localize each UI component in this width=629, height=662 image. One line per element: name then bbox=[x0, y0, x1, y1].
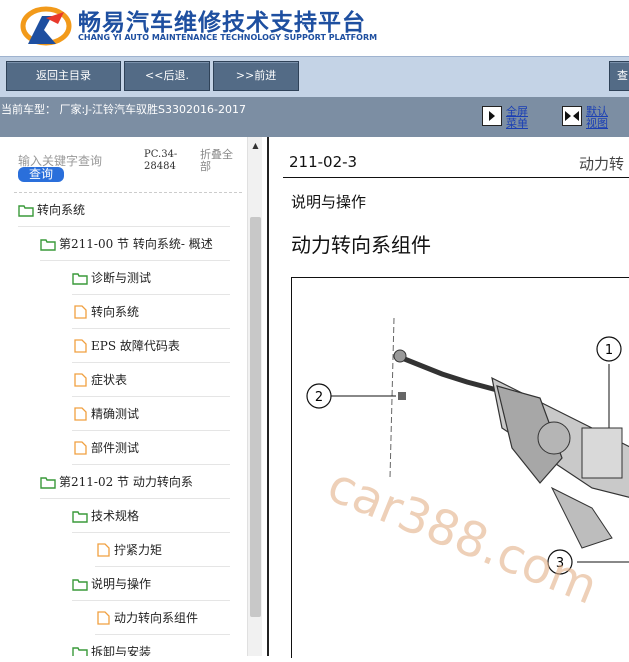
tree-item-label: 拆卸与安装 bbox=[91, 645, 152, 656]
tree-item-label: 诊断与测试 bbox=[91, 271, 152, 285]
tree-item[interactable]: 精确测试 bbox=[72, 397, 230, 431]
doc-heading: 动力转向系组件 bbox=[291, 233, 431, 257]
pc-code: PC.34-28484 bbox=[144, 149, 178, 172]
folder-icon bbox=[40, 238, 56, 251]
folder-icon bbox=[72, 646, 88, 656]
tree-item-label: 转向系统 bbox=[91, 305, 140, 319]
tree-item[interactable]: EPS 故障代码表 bbox=[72, 329, 230, 363]
logo-icon bbox=[20, 6, 72, 46]
tree-item-label: 精确测试 bbox=[91, 407, 140, 421]
callout-2-label: 2 bbox=[315, 390, 323, 405]
document-icon bbox=[74, 338, 87, 353]
tree-item-label: 第211-00 节 转向系统- 概述 bbox=[59, 237, 213, 251]
fullscreen-menu-link[interactable]: 全屏 菜单 bbox=[506, 106, 528, 130]
home-button[interactable]: 返回主目录 bbox=[6, 61, 121, 91]
document-icon bbox=[74, 304, 87, 319]
folder-icon bbox=[18, 204, 34, 217]
search-button[interactable]: 查询 bbox=[18, 167, 64, 182]
vehicle-bar: 当前车型： 厂家:J-江铃汽车驭胜S3302016-2017 全屏 菜单 默认 … bbox=[0, 97, 629, 137]
tree-item[interactable]: 诊断与测试 bbox=[72, 261, 230, 295]
sidebar-scrollbar[interactable]: ▲ bbox=[247, 137, 262, 656]
header: 畅易汽车维修技术支持平台 CHANG YI AUTO MAINTENANCE T… bbox=[0, 0, 629, 56]
tree-item[interactable]: 技术规格 bbox=[72, 499, 230, 533]
tree-item-label: 第211-02 节 动力转向系 bbox=[59, 475, 193, 489]
current-vehicle: 当前车型： 厂家:J-江铃汽车驭胜S3302016-2017 bbox=[1, 103, 246, 116]
back-button[interactable]: <<后退. bbox=[124, 61, 210, 91]
tree-item[interactable]: 转向系统 bbox=[18, 193, 230, 227]
tree-item[interactable]: 说明与操作 bbox=[72, 567, 230, 601]
document-viewer: 211-02-3 动力转 说明与操作 动力转向系组件 1 2 3 car388.… bbox=[267, 137, 629, 658]
default-view-link[interactable]: 默认 视图 bbox=[586, 106, 608, 130]
query-button[interactable]: 查 bbox=[609, 61, 629, 91]
tree-item-label: 技术规格 bbox=[91, 509, 140, 523]
brand-title: 畅易汽车维修技术支持平台 bbox=[78, 10, 366, 36]
folder-icon bbox=[72, 510, 88, 523]
collapse-all-link[interactable]: 折叠全部 bbox=[200, 149, 240, 173]
doc-code: 211-02-3 bbox=[289, 153, 358, 171]
scroll-up-icon[interactable]: ▲ bbox=[248, 141, 262, 153]
sidebar: 输入关键字查询 查询 PC.34-28484 折叠全部 转向系统 第211-00 … bbox=[0, 137, 262, 656]
tree-item[interactable]: 第211-00 节 转向系统- 概述 bbox=[40, 227, 230, 261]
tree-item-label: 动力转向系组件 bbox=[114, 611, 199, 625]
tree-item[interactable]: 动力转向系组件 bbox=[95, 601, 230, 635]
document-icon bbox=[97, 610, 110, 625]
tree-item-label: 说明与操作 bbox=[91, 577, 152, 591]
document-icon bbox=[74, 406, 87, 421]
default-view-button[interactable]: 默认 视图 bbox=[562, 106, 608, 130]
brand-subtitle: CHANG YI AUTO MAINTENANCE TECHNOLOGY SUP… bbox=[78, 33, 378, 42]
fullscreen-label-2: 菜单 bbox=[506, 117, 528, 130]
folder-icon bbox=[72, 578, 88, 591]
doc-rule bbox=[283, 177, 629, 178]
folder-icon bbox=[72, 272, 88, 285]
tree-item[interactable]: 拧紧力矩 bbox=[95, 533, 230, 567]
forward-button[interactable]: >>前进 bbox=[213, 61, 299, 91]
default-view-label-2: 视图 bbox=[586, 117, 608, 130]
document-icon bbox=[74, 440, 87, 455]
document-icon bbox=[74, 372, 87, 387]
tree-item[interactable]: 症状表 bbox=[72, 363, 230, 397]
doc-section: 说明与操作 bbox=[291, 193, 367, 211]
document-icon bbox=[97, 542, 110, 557]
folder-icon bbox=[40, 476, 56, 489]
fullscreen-icon bbox=[482, 106, 502, 126]
callout-1-label: 1 bbox=[605, 343, 613, 358]
fullscreen-menu-button[interactable]: 全屏 菜单 bbox=[482, 106, 528, 130]
tree-item[interactable]: 转向系统 bbox=[72, 295, 230, 329]
tree-item[interactable]: 部件测试 bbox=[72, 431, 230, 465]
default-view-icon bbox=[562, 106, 582, 126]
tree-item-label: 转向系统 bbox=[37, 203, 86, 217]
tree-item-label: 部件测试 bbox=[91, 441, 140, 455]
tree-item[interactable]: 拆卸与安装 bbox=[72, 635, 230, 656]
tree-item[interactable]: 第211-02 节 动力转向系 bbox=[40, 465, 230, 499]
tree-item-label: EPS 故障代码表 bbox=[91, 339, 180, 353]
scroll-thumb[interactable] bbox=[250, 217, 261, 617]
tree-item-label: 症状表 bbox=[91, 373, 128, 387]
doc-header-right: 动力转 bbox=[579, 155, 625, 173]
toolbar: 返回主目录 <<后退. >>前进 查 bbox=[0, 56, 629, 97]
tree-item-label: 拧紧力矩 bbox=[114, 543, 163, 557]
